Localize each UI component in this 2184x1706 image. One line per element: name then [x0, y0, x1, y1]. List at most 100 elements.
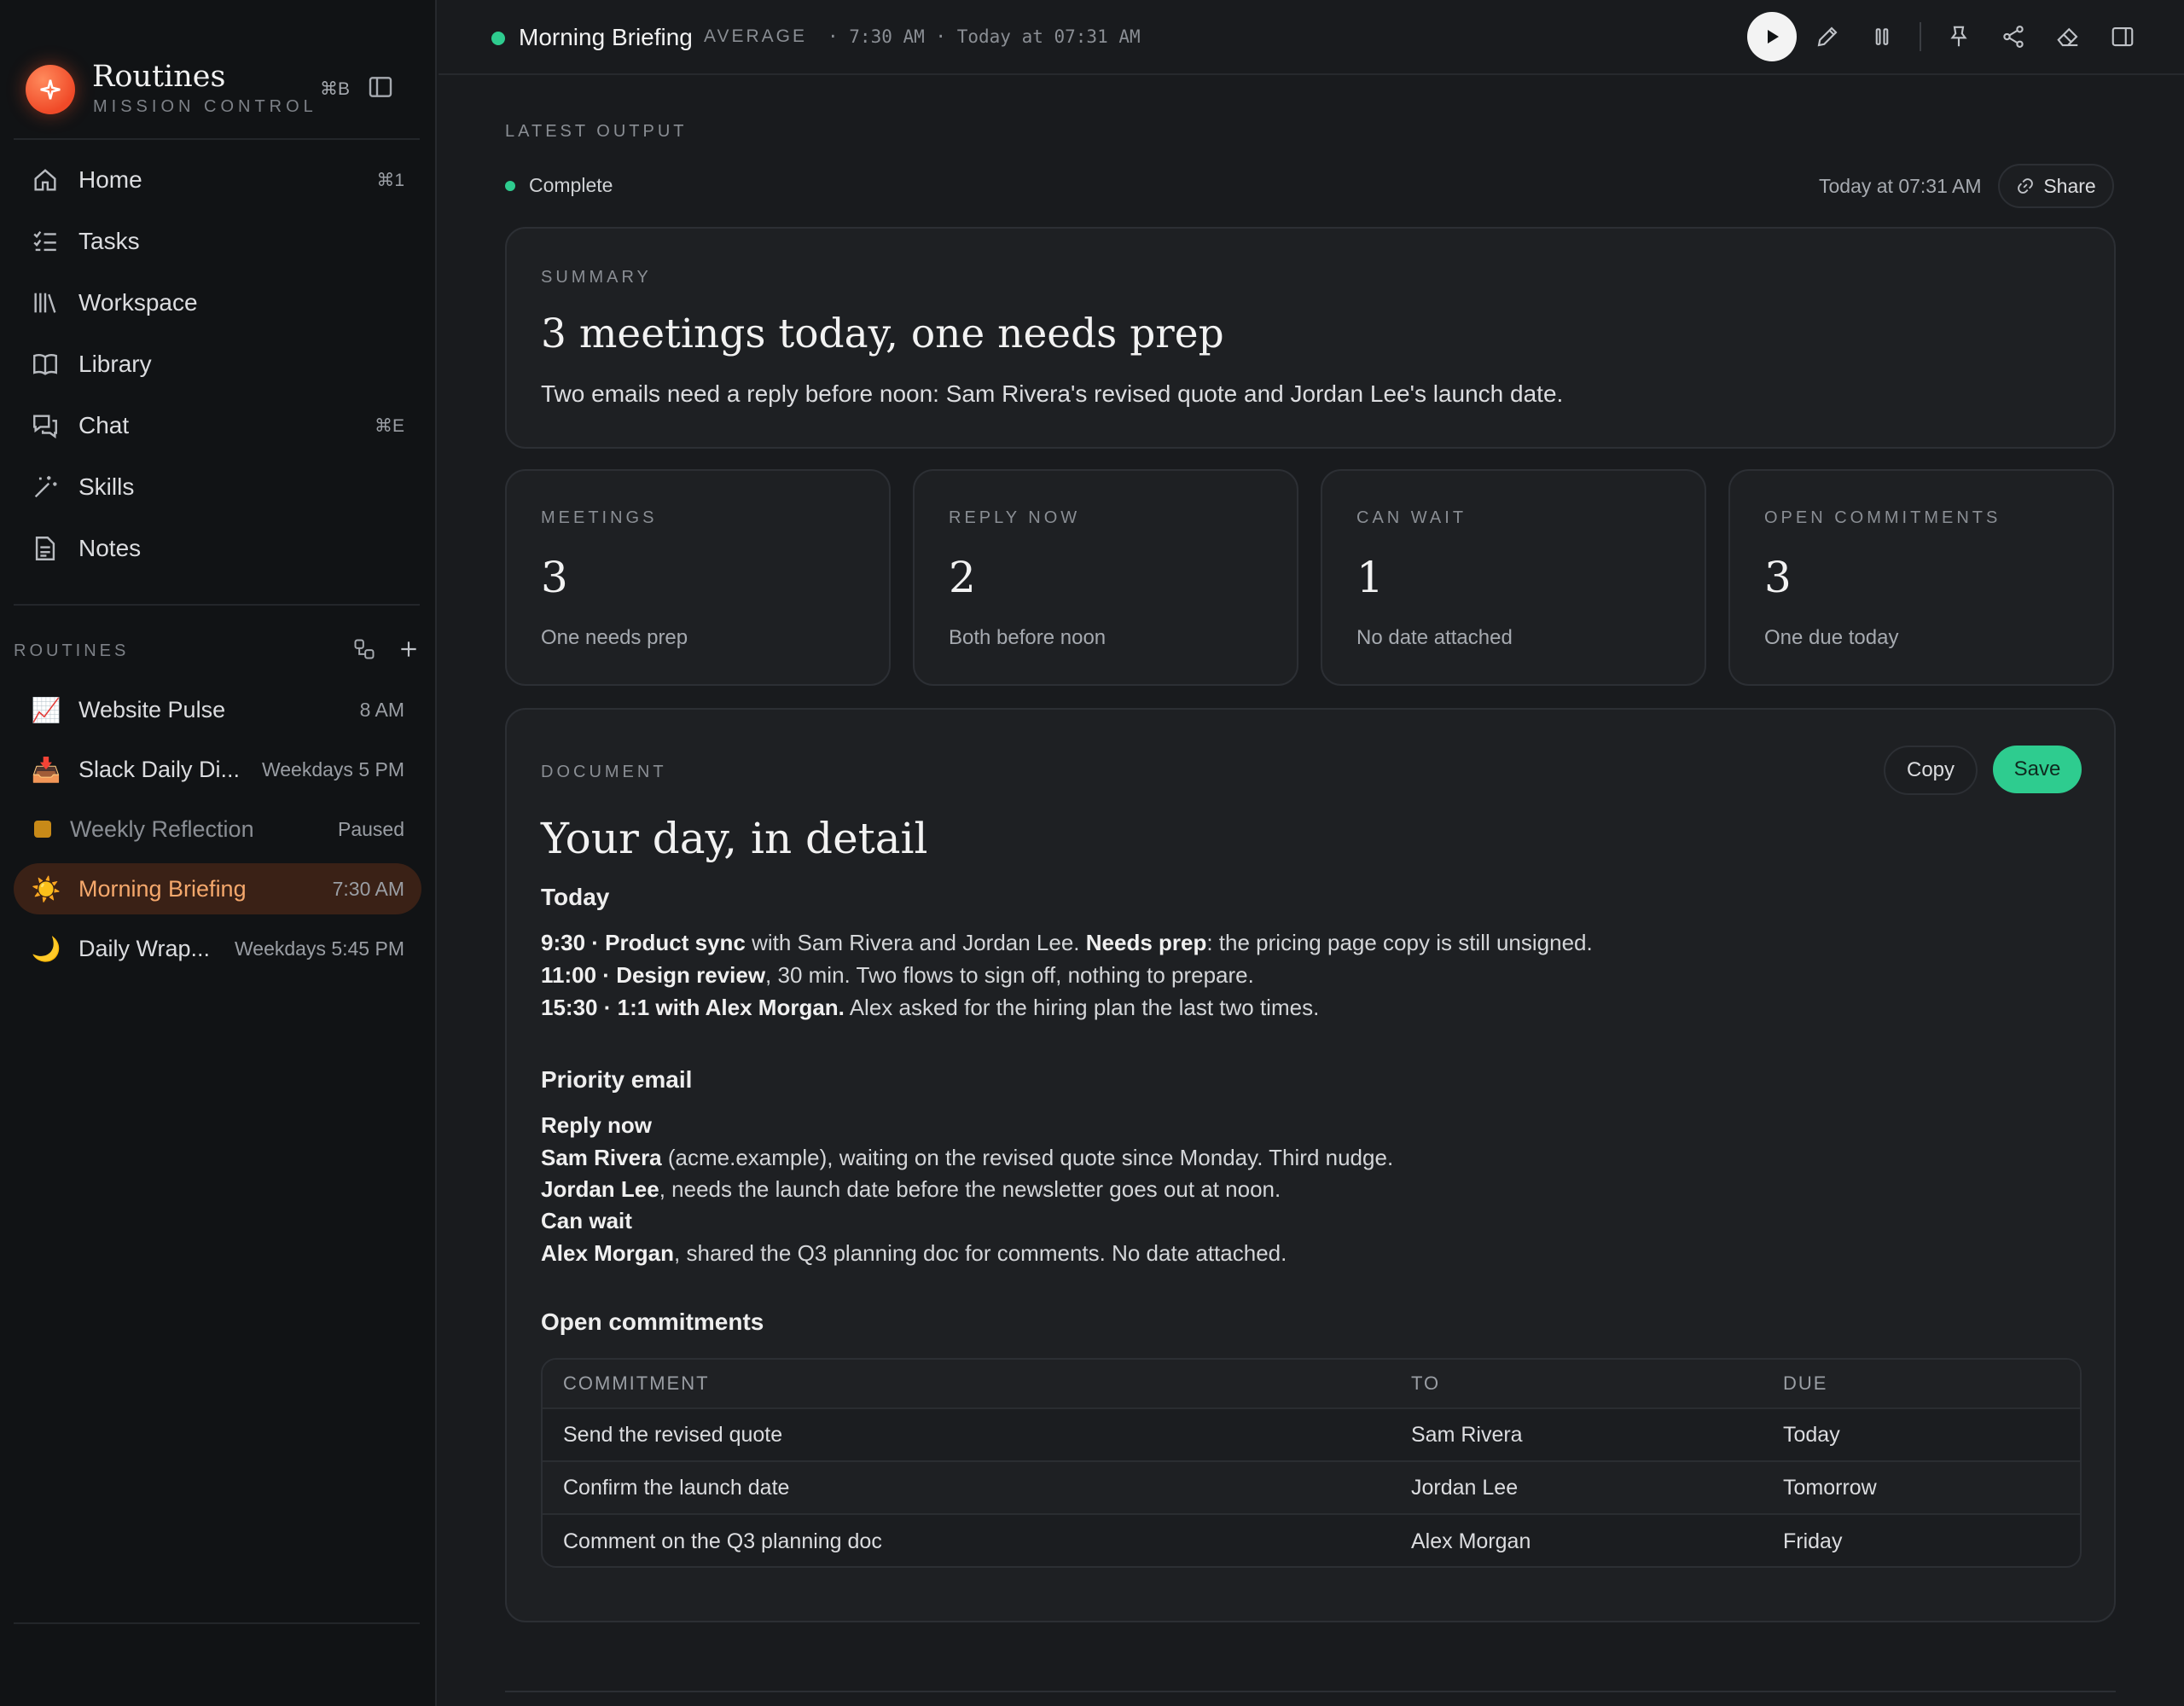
clear-button[interactable]: [2044, 12, 2092, 61]
inbox-tray-icon: 📥: [31, 756, 61, 783]
document-title: Your day, in detail: [541, 814, 928, 863]
sidebar-divider: [14, 604, 420, 606]
table-row: Send the revised quote Sam Rivera Today: [543, 1409, 2080, 1462]
stat-value: 1: [1356, 553, 1384, 602]
routine-name: Slack Daily Di...: [78, 756, 241, 782]
chart-increasing-icon: 📈: [31, 696, 61, 723]
run-button[interactable]: [1747, 12, 1797, 61]
side-panel-icon: [2111, 26, 2134, 47]
routine-title: Morning Briefing: [519, 24, 693, 50]
routine-item-weekly-reflection[interactable]: Weekly Reflection Paused: [14, 804, 421, 855]
email-line: Sam Rivera (acme.example), waiting on th…: [541, 1145, 1394, 1170]
meeting-line: 9:30 · Product sync with Sam Rivera and …: [541, 930, 1593, 955]
stat-value: 2: [949, 553, 976, 602]
stat-label: MEETINGS: [541, 508, 658, 527]
sun-icon: ☀️: [31, 875, 61, 902]
add-routine-icon[interactable]: [394, 635, 423, 664]
toggle-panel-button[interactable]: [2099, 12, 2146, 61]
nav-workspace[interactable]: Workspace: [14, 276, 420, 329]
stat-card-reply-now: REPLY NOW 2 Both before noon: [913, 469, 1298, 686]
nav-skills[interactable]: Skills: [14, 461, 420, 514]
column-header: DUE: [1783, 1372, 1828, 1394]
routine-flow-icon[interactable]: [350, 635, 379, 664]
routine-schedule: Paused: [337, 817, 404, 840]
tasks-icon: [33, 230, 56, 252]
link-icon: [2018, 178, 2034, 194]
workspace-icon: [34, 293, 56, 313]
output-status: Complete: [505, 174, 613, 197]
stat-card-can-wait: CAN WAIT 1 No date attached: [1321, 469, 1706, 686]
play-icon: [1768, 30, 1779, 44]
sidebar-shortcut-hint: ⌘B: [320, 79, 351, 99]
routines-heading: ROUTINES: [14, 641, 130, 660]
routine-item-slack-daily-digest[interactable]: 📥 Slack Daily Di... Weekdays 5 PM: [14, 744, 421, 795]
share-label: Share: [2043, 174, 2096, 197]
commitments-table: COMMITMENT TO DUE Send the revised quote…: [541, 1358, 2082, 1568]
summary-headline: 3 meetings today, one needs prep: [541, 310, 1224, 357]
toolbar-separator: [1920, 22, 1921, 51]
routine-item-website-pulse[interactable]: 📈 Website Pulse 8 AM: [14, 684, 421, 735]
sidebar-toggle-icon[interactable]: [367, 73, 401, 107]
nav-home[interactable]: Home ⌘1: [14, 154, 420, 206]
summary-label: SUMMARY: [541, 268, 652, 287]
complete-status-dot: [505, 180, 515, 191]
share-button[interactable]: Share: [1998, 164, 2114, 208]
table-row: Confirm the launch date Jordan Lee Tomor…: [543, 1462, 2080, 1515]
stat-label: OPEN COMMITMENTS: [1764, 508, 2001, 527]
pause-icon: [1875, 28, 1889, 45]
share-routine-button[interactable]: [1989, 12, 2037, 61]
routine-item-morning-briefing[interactable]: ☀️ Morning Briefing 7:30 AM: [14, 863, 421, 914]
save-button[interactable]: Save: [1993, 746, 2082, 793]
stat-subtext: No date attached: [1356, 626, 1513, 649]
sidebar-divider: [14, 1622, 420, 1624]
nav-chat[interactable]: Chat ⌘E: [14, 399, 420, 452]
sidebar-divider: [14, 138, 420, 140]
today-heading: Today: [541, 884, 610, 910]
app-subtitle: MISSION CONTROL: [93, 97, 317, 116]
sidebar: Routines MISSION CONTROL ⌘B Home ⌘1 Task…: [0, 0, 437, 1706]
nav-library[interactable]: Library: [14, 338, 420, 391]
routine-mode-badge: AVERAGE: [704, 26, 807, 46]
moon-icon: 🌙: [31, 935, 61, 962]
output-timestamp: Today at 07:31 AM: [1819, 175, 1982, 197]
nav-notes[interactable]: Notes: [14, 522, 420, 575]
nav-label: Chat: [78, 412, 130, 438]
document-label: DOCUMENT: [541, 763, 667, 781]
routine-name: Website Pulse: [78, 696, 226, 722]
table-cell: Sam Rivera: [1411, 1422, 1523, 1447]
stat-subtext: One due today: [1764, 626, 1899, 649]
pin-button[interactable]: [1935, 12, 1983, 61]
edit-button[interactable]: [1804, 12, 1851, 61]
routines-actions: [350, 635, 423, 664]
nav-label: Home: [78, 166, 142, 193]
column-header: COMMITMENT: [563, 1372, 710, 1394]
table-cell: Alex Morgan: [1411, 1529, 1531, 1553]
table-cell: Send the revised quote: [563, 1422, 783, 1447]
stat-label: CAN WAIT: [1356, 508, 1467, 527]
summary-body: Two emails need a reply before noon: Sam…: [541, 380, 1564, 407]
stat-card-open-commitments: OPEN COMMITMENTS 3 One due today: [1728, 469, 2114, 686]
routine-schedule: 8 AM: [359, 698, 404, 721]
book-icon: [33, 353, 57, 375]
nav-label: Tasks: [78, 228, 140, 254]
nav-shortcut: ⌘1: [376, 170, 404, 190]
pause-button[interactable]: [1858, 12, 1906, 61]
routine-name: Morning Briefing: [78, 875, 247, 902]
home-icon: [34, 169, 56, 191]
summary-card: SUMMARY 3 meetings today, one needs prep…: [505, 227, 2116, 449]
latest-output-label: LATEST OUTPUT: [505, 122, 688, 141]
stat-label: REPLY NOW: [949, 508, 1081, 527]
nav-label: Library: [78, 351, 152, 377]
brand: Routines MISSION CONTROL ⌘B: [26, 60, 415, 119]
stat-value: 3: [541, 553, 568, 602]
copy-button[interactable]: Copy: [1884, 746, 1978, 795]
chat-icon: [33, 415, 57, 439]
table-cell: Comment on the Q3 planning doc: [563, 1529, 882, 1553]
routine-schedule: 7:30 AM: [332, 877, 404, 900]
routine-item-daily-wrap[interactable]: 🌙 Daily Wrap... Weekdays 5:45 PM: [14, 923, 421, 974]
nav-tasks[interactable]: Tasks: [14, 215, 420, 268]
output-status-text: Complete: [529, 174, 613, 196]
stat-subtext: Both before noon: [949, 626, 1107, 649]
table-header-row: COMMITMENT TO DUE: [543, 1360, 2080, 1409]
routine-schedule: Weekdays 5:45 PM: [234, 937, 404, 960]
